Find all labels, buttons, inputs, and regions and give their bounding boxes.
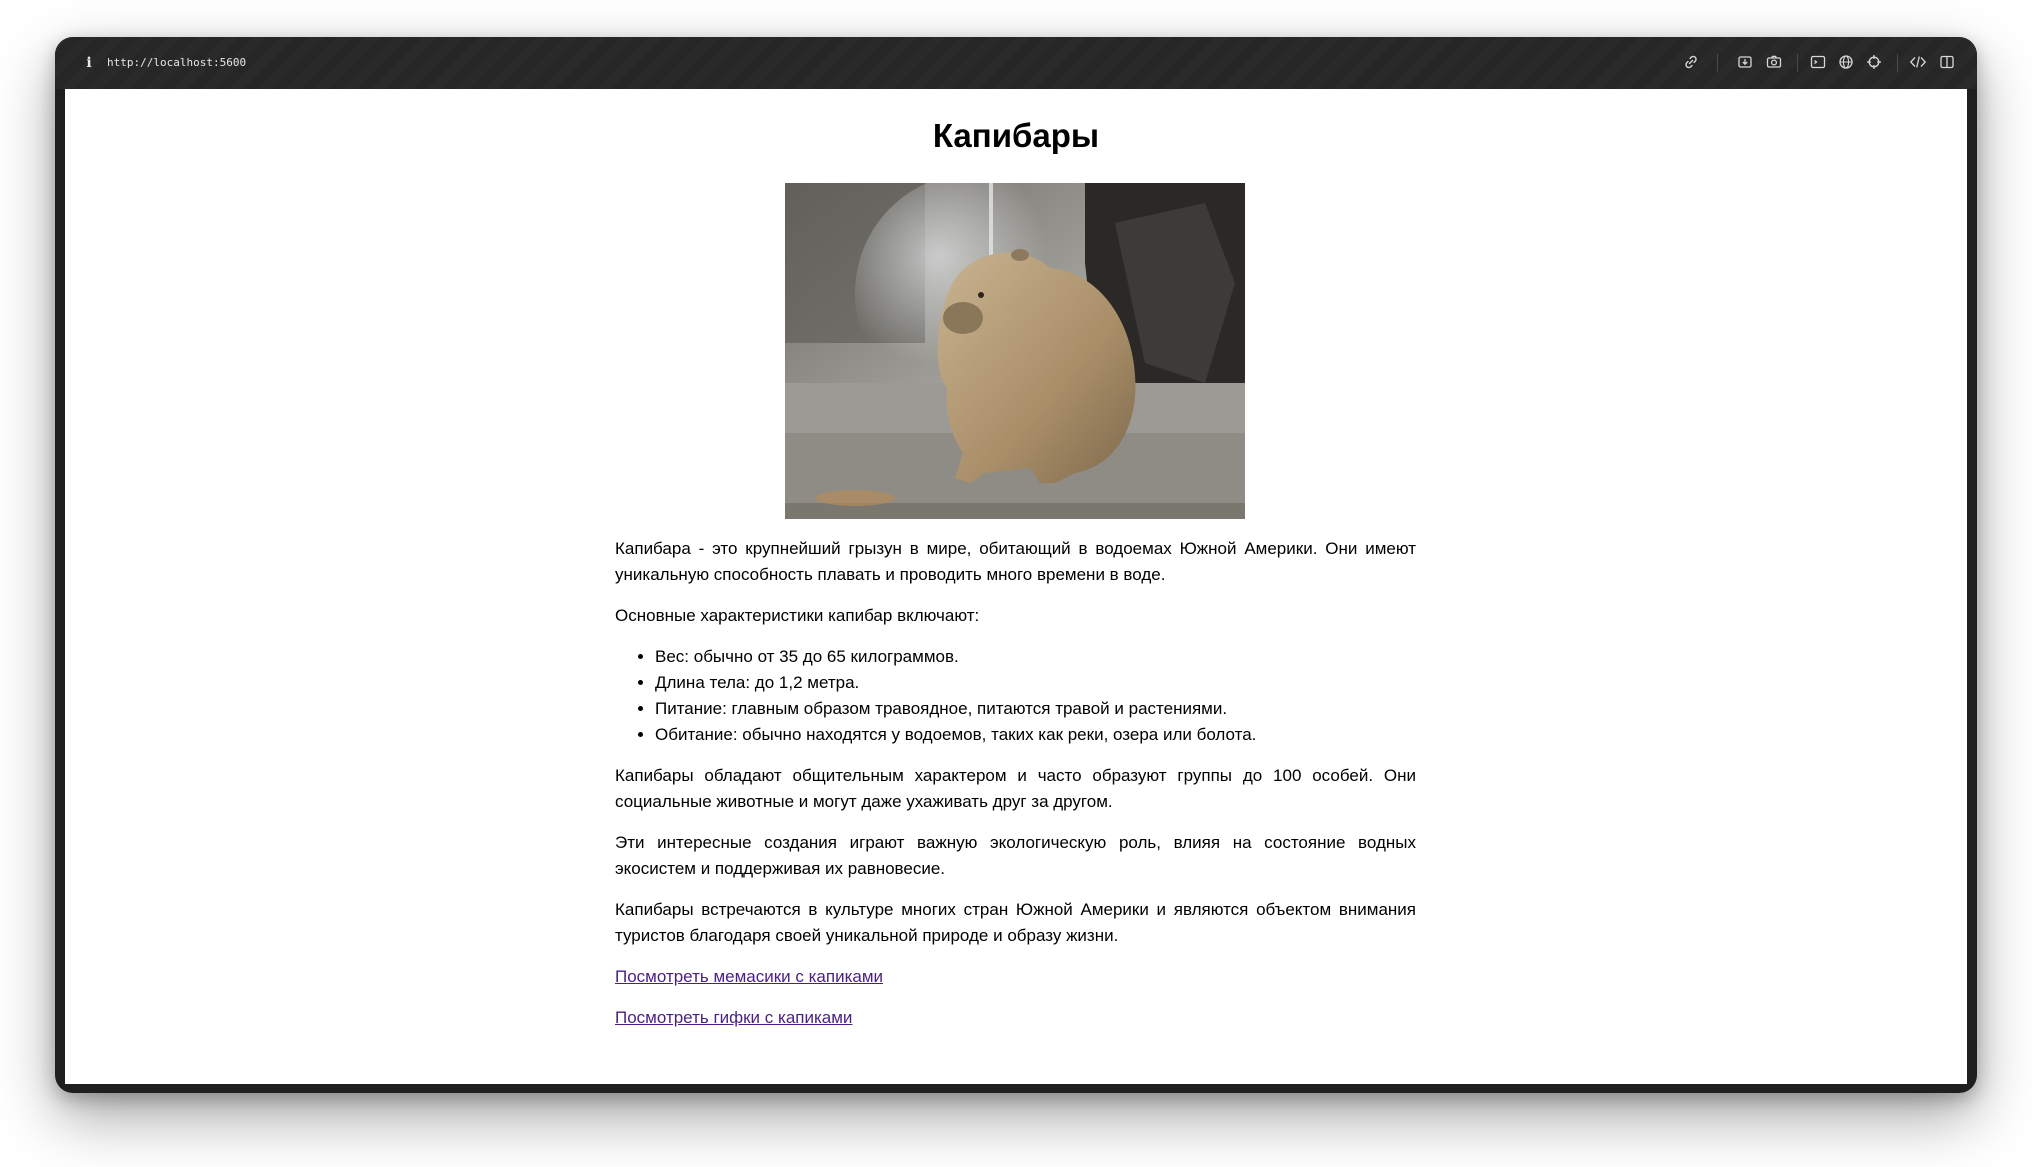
list-item: Питание: главным образом травоядное, пит… — [655, 696, 1416, 722]
terminal-icon[interactable] — [1808, 52, 1828, 72]
list-item: Длина тела: до 1,2 метра. — [655, 670, 1416, 696]
address-bar-url[interactable]: http://localhost:5600 — [107, 53, 246, 73]
camera-icon[interactable] — [1764, 52, 1784, 72]
browser-window: i http://localhost:5600 Капибары Капибар… — [55, 37, 1977, 1093]
sidebar-icon[interactable] — [1937, 52, 1957, 72]
page-viewport: Капибары Капибара - это крупнейший грызу… — [65, 89, 1967, 1084]
page-title: Капибары — [932, 117, 1100, 154]
toolbar-separator — [1897, 54, 1898, 72]
social-paragraph: Капибары обладают общительным характером… — [615, 766, 1416, 811]
capybara-photo — [785, 183, 1245, 519]
toolbar-separator — [1717, 54, 1718, 72]
info-icon[interactable]: i — [82, 54, 96, 72]
list-item: Вес: обычно от 35 до 65 килограммов. — [655, 644, 1416, 670]
culture-paragraph: Капибары встречаются в культуре многих с… — [615, 900, 1416, 945]
intro-paragraph: Капибара - это крупнейший грызун в мире,… — [615, 539, 1416, 584]
gifs-link-container: Посмотреть гифки с капиками — [615, 1005, 1416, 1031]
memes-link-container: Посмотреть мемасики с капиками — [615, 964, 1416, 990]
list-item: Обитание: обычно находятся у водоемов, т… — [655, 722, 1416, 748]
link-icon[interactable] — [1681, 52, 1701, 72]
browser-toolbar: i http://localhost:5600 — [55, 37, 1977, 89]
features-list: Вес: обычно от 35 до 65 килограммов. Дли… — [615, 644, 1416, 748]
download-icon[interactable] — [1735, 52, 1755, 72]
features-heading: Основные характеристики капибар включают… — [615, 606, 980, 625]
code-icon[interactable] — [1908, 52, 1928, 72]
globe-icon[interactable] — [1836, 52, 1856, 72]
crosshair-icon[interactable] — [1864, 52, 1884, 72]
toolbar-separator — [1797, 54, 1798, 72]
gifs-link[interactable]: Посмотреть гифки с капиками — [615, 1008, 852, 1027]
ecology-paragraph: Эти интересные создания играют важную эк… — [615, 833, 1416, 878]
article-body: Капибара - это крупнейший грызун в мире,… — [615, 536, 1416, 1046]
memes-link[interactable]: Посмотреть мемасики с капиками — [615, 967, 883, 986]
